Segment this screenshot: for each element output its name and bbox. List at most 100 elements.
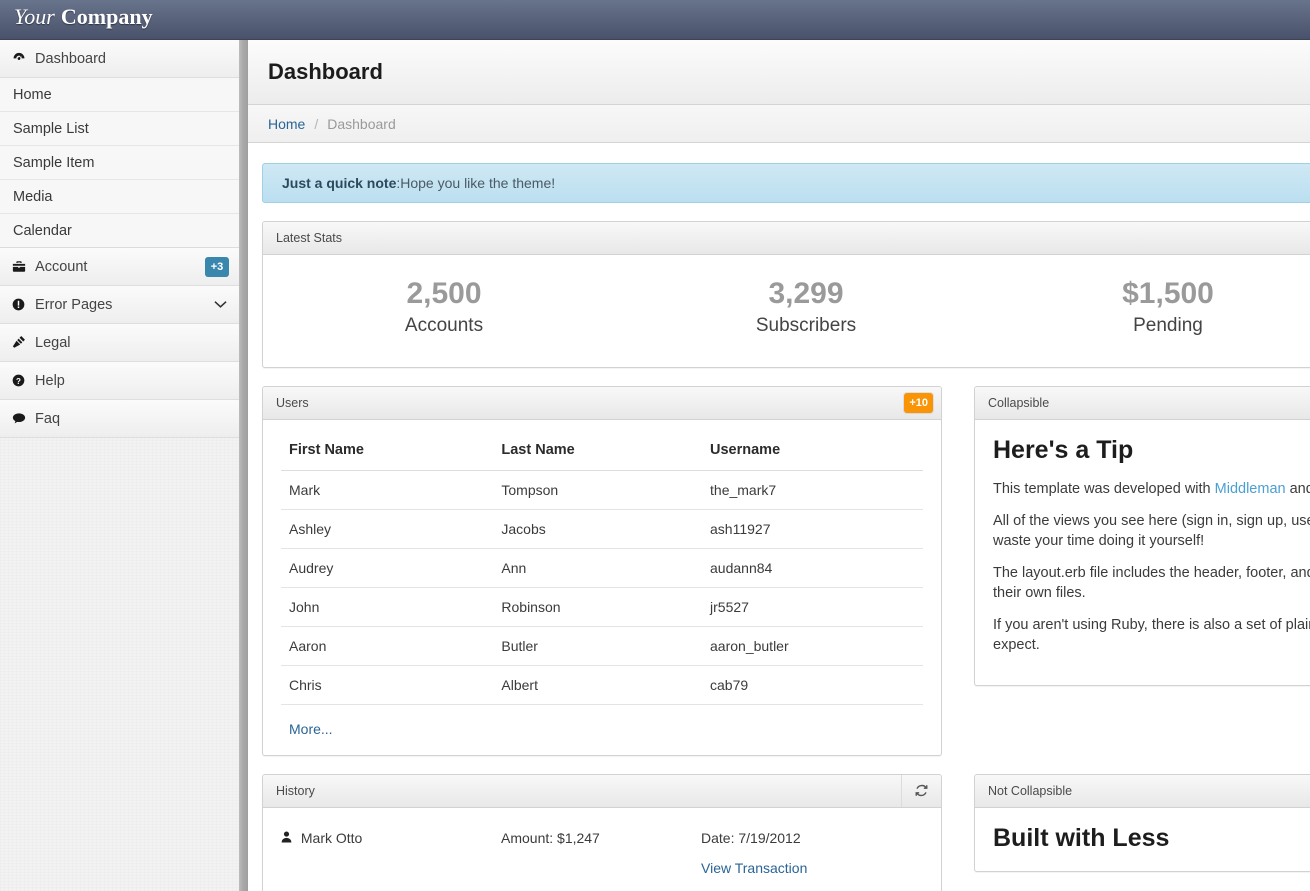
- sidebar-item-account[interactable]: Account +3: [0, 248, 239, 286]
- middleman-link[interactable]: Middleman: [1215, 481, 1286, 497]
- collapsible-panel-body: Here's a Tip This template was developed…: [975, 420, 1310, 685]
- cell-first-name: Aaron: [281, 626, 493, 665]
- sidebar-item-media[interactable]: Media: [0, 180, 239, 214]
- users-panel: Users +10 First Name Last Name Username: [262, 386, 942, 756]
- history-panel: History Mark Otto: [262, 774, 942, 891]
- tip-heading: Here's a Tip: [993, 436, 1310, 465]
- users-panel-body: First Name Last Name Username Mark Tomps…: [263, 420, 941, 755]
- breadcrumb-current: Dashboard: [327, 116, 396, 132]
- not-collapsible-column: Not Collapsible Built with Less: [974, 756, 1310, 891]
- sidebar-nav: Dashboard Home Sample List Sample Item M…: [0, 40, 239, 438]
- collapsible-panel: Collapsible Here's a Tip This template w…: [974, 386, 1310, 686]
- cell-last-name: Tompson: [493, 470, 702, 509]
- sidebar-item-label: Legal: [35, 335, 70, 351]
- table-row: Aaron Butler aaron_butler: [281, 626, 923, 665]
- panel-title: Latest Stats: [276, 231, 342, 245]
- built-with-less-heading: Built with Less: [993, 824, 1310, 853]
- panel-title: History: [276, 784, 315, 798]
- table-row: Mark Tompson the_mark7: [281, 470, 923, 509]
- cell-first-name: Ashley: [281, 509, 493, 548]
- table-row: Chris Albert cab79: [281, 665, 923, 704]
- latest-stats-panel-header: Latest Stats: [263, 222, 1310, 255]
- breadcrumb-home-link[interactable]: Home: [268, 116, 305, 132]
- stat-value: 3,299: [625, 277, 987, 312]
- history-date: Date: 7/19/2012: [701, 830, 901, 846]
- latest-stats-panel: Latest Stats 2,500 Accounts 3,299 Subscr…: [262, 221, 1310, 368]
- brand-bold-text: Company: [61, 4, 153, 29]
- stat-label: Pending: [987, 315, 1310, 337]
- comment-icon: [12, 400, 31, 438]
- sidebar-item-help[interactable]: ? Help: [0, 362, 239, 400]
- sidebar-item-error-pages[interactable]: Error Pages: [0, 286, 239, 324]
- cell-last-name: Albert: [493, 665, 702, 704]
- not-collapsible-panel-header: Not Collapsible: [975, 775, 1310, 808]
- briefcase-icon: [12, 248, 31, 286]
- info-alert: Just a quick note: Hope you like the the…: [262, 163, 1310, 203]
- middle-row: Users +10 First Name Last Name Username: [262, 368, 1310, 756]
- bottom-row: History Mark Otto: [262, 756, 1310, 891]
- cell-username: ash11927: [702, 509, 923, 548]
- question-circle-icon: ?: [12, 362, 31, 400]
- svg-text:?: ?: [16, 377, 21, 386]
- tip-p1-after: and in: [1286, 481, 1310, 497]
- column-header-username: Username: [702, 436, 923, 471]
- sidebar-scrollbar-divider[interactable]: [239, 40, 248, 891]
- table-row: Audrey Ann audann84: [281, 548, 923, 587]
- tip-paragraph-1: This template was developed with Middlem…: [993, 479, 1310, 499]
- history-date-col: Date: 7/19/2012 View Transaction: [701, 830, 901, 876]
- sidebar-item-sample-item[interactable]: Sample Item: [0, 146, 239, 180]
- cell-last-name: Jacobs: [493, 509, 702, 548]
- panel-title: Collapsible: [988, 396, 1049, 410]
- history-amount: Amount: $1,247: [501, 830, 701, 876]
- column-header-last-name: Last Name: [493, 436, 702, 471]
- cell-username: aaron_butler: [702, 626, 923, 665]
- table-row: Ashley Jacobs ash11927: [281, 509, 923, 548]
- alert-message: Hope you like the theme!: [400, 175, 555, 191]
- history-person: Mark Otto: [281, 830, 501, 876]
- stat-label: Subscribers: [625, 315, 987, 337]
- refresh-icon[interactable]: [901, 775, 941, 807]
- history-panel-header: History: [263, 775, 941, 808]
- users-more-link[interactable]: More...: [289, 721, 333, 737]
- sidebar-item-label: Media: [13, 189, 53, 205]
- sidebar-item-label: Account: [35, 259, 87, 275]
- stat-pending: $1,500 Pending: [987, 277, 1310, 337]
- alert-strong-text: Just a quick note: [282, 175, 396, 191]
- sidebar-item-sample-list[interactable]: Sample List: [0, 112, 239, 146]
- sidebar-item-label: Faq: [35, 411, 60, 427]
- table-row: John Robinson jr5527: [281, 587, 923, 626]
- breadcrumb: Home / Dashboard: [248, 105, 1310, 143]
- cell-last-name: Butler: [493, 626, 702, 665]
- collapsible-panel-header[interactable]: Collapsible: [975, 387, 1310, 420]
- cell-first-name: John: [281, 587, 493, 626]
- collapsible-column: Collapsible Here's a Tip This template w…: [974, 368, 1310, 756]
- tip-paragraph-4: If you aren't using Ruby, there is also …: [993, 615, 1310, 655]
- sidebar-item-label: Error Pages: [35, 297, 112, 313]
- sidebar-item-faq[interactable]: Faq: [0, 400, 239, 438]
- stats-row: 2,500 Accounts 3,299 Subscribers $1,500 …: [263, 255, 1310, 367]
- users-badge: +10: [904, 393, 933, 413]
- users-panel-header: Users +10: [263, 387, 941, 420]
- cell-first-name: Chris: [281, 665, 493, 704]
- sidebar-item-legal[interactable]: Legal: [0, 324, 239, 362]
- chevron-down-icon[interactable]: [214, 299, 227, 311]
- history-column: History Mark Otto: [262, 756, 942, 891]
- brand-logo[interactable]: Your Company: [14, 4, 153, 30]
- breadcrumb-separator: /: [314, 116, 318, 132]
- stat-subscribers: 3,299 Subscribers: [625, 277, 987, 337]
- users-column: Users +10 First Name Last Name Username: [262, 368, 942, 756]
- sidebar-item-home[interactable]: Home: [0, 78, 239, 112]
- column-header-first-name: First Name: [281, 436, 493, 471]
- sidebar-item-dashboard[interactable]: Dashboard: [0, 40, 239, 78]
- cell-username: cab79: [702, 665, 923, 704]
- sidebar-item-calendar[interactable]: Calendar: [0, 214, 239, 248]
- account-badge: +3: [205, 257, 229, 277]
- sidebar-item-label: Calendar: [13, 223, 72, 239]
- view-transaction-link[interactable]: View Transaction: [701, 860, 901, 876]
- content-area: Just a quick note: Hope you like the the…: [248, 143, 1310, 891]
- panel-title: Not Collapsible: [988, 784, 1072, 798]
- panel-title: Users: [276, 396, 309, 410]
- page-title: Dashboard: [268, 59, 383, 85]
- gavel-icon: [12, 324, 31, 362]
- dashboard-icon: [12, 40, 31, 78]
